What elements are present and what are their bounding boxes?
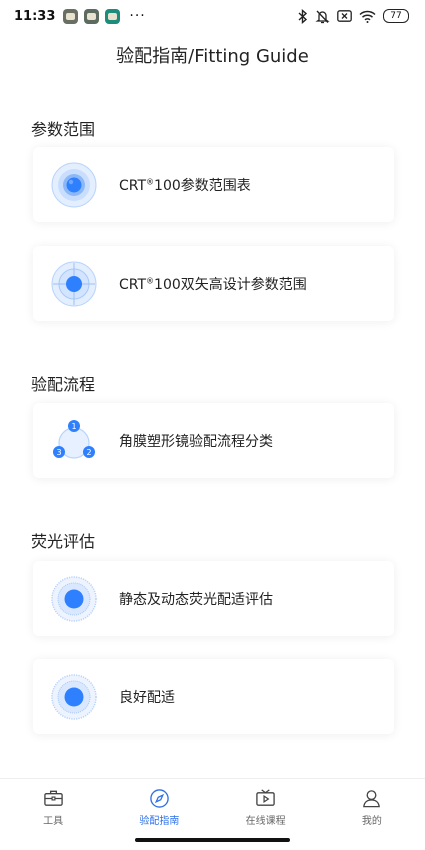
section-title-fluorescein-evaluation: 荧光评估 xyxy=(31,532,96,551)
bluetooth-icon xyxy=(298,8,308,24)
tab-label: 我的 xyxy=(361,816,382,827)
process-step-2: 2 xyxy=(86,448,91,457)
bottom-tab-bar: 工具 验配指南 在线课程 我的 xyxy=(0,778,425,828)
tab-fitting-guide[interactable]: 验配指南 xyxy=(106,779,212,828)
card-label: 良好配适 xyxy=(119,689,175,706)
concentric-circles-icon xyxy=(49,160,99,210)
mute-bell-icon xyxy=(315,10,330,23)
battery-indicator: 77 xyxy=(383,9,409,23)
process-step-3: 3 xyxy=(56,448,61,457)
toolbox-icon xyxy=(43,790,63,806)
tab-label: 在线课程 xyxy=(245,816,286,827)
notification-app-icon xyxy=(84,8,100,24)
tab-online-courses[interactable]: 在线课程 xyxy=(213,779,319,828)
crosshair-target-icon xyxy=(49,259,99,309)
section-title-fitting-process: 验配流程 xyxy=(31,375,96,394)
more-notifications-icon: ··· xyxy=(129,8,146,24)
wifi-icon xyxy=(359,10,376,23)
status-bar: 11:33 ··· 77 xyxy=(0,0,425,32)
process-cycle-icon: 1 2 3 xyxy=(49,416,99,466)
card-crt100-dual-sag-parameter-range[interactable]: CRT®100双矢高设计参数范围 xyxy=(33,246,394,321)
card-static-dynamic-fluorescein[interactable]: 静态及动态荧光配适评估 xyxy=(33,561,394,636)
card-label: CRT®100双矢高设计参数范围 xyxy=(119,275,307,293)
tab-label: 验配指南 xyxy=(139,816,180,827)
status-time: 11:33 xyxy=(14,8,56,24)
user-icon xyxy=(363,790,381,808)
card-label: CRT®100参数范围表 xyxy=(119,176,251,194)
tab-tools[interactable]: 工具 xyxy=(0,779,106,828)
compass-icon xyxy=(150,789,169,808)
notification-app-icon xyxy=(63,8,79,24)
no-sim-icon xyxy=(337,10,352,22)
card-crt100-parameter-table[interactable]: CRT®100参数范围表 xyxy=(33,147,394,222)
card-ortho-k-fitting-process[interactable]: 1 2 3 角膜塑形镜验配流程分类 xyxy=(33,403,394,478)
fluorescein-pattern-icon xyxy=(49,672,99,722)
process-step-1: 1 xyxy=(71,422,76,431)
card-label: 静态及动态荧光配适评估 xyxy=(119,591,273,608)
fluorescein-pattern-icon xyxy=(49,574,99,624)
home-indicator[interactable] xyxy=(135,838,290,842)
tab-label: 工具 xyxy=(43,816,64,827)
card-label: 角膜塑形镜验配流程分类 xyxy=(119,433,273,450)
notification-app-icon xyxy=(105,8,121,24)
tv-play-icon xyxy=(256,789,275,806)
page-title: 验配指南/Fitting Guide xyxy=(116,46,309,67)
section-title-parameter-range: 参数范围 xyxy=(31,120,96,139)
tab-mine[interactable]: 我的 xyxy=(319,779,425,828)
card-good-fit[interactable]: 良好配适 xyxy=(33,659,394,734)
